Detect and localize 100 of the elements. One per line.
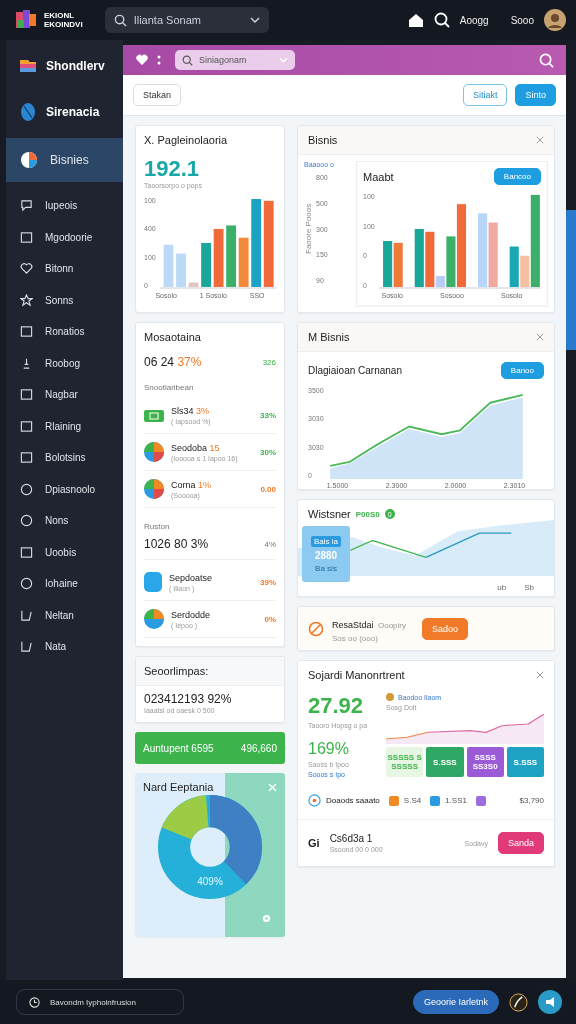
sidebar-item[interactable]: Iupeois xyxy=(6,190,123,222)
heart-icon[interactable] xyxy=(135,53,149,67)
logo-text: EKOINDVI xyxy=(44,20,83,29)
card-title: Maabt xyxy=(363,170,394,183)
sidebar-item[interactable]: Iohaine xyxy=(6,568,123,600)
metric-value: 06 24 xyxy=(144,355,175,369)
sidebar-item[interactable]: Rlaining xyxy=(6,410,123,442)
chart-bar xyxy=(163,244,174,287)
metric-percent: 169% xyxy=(308,740,350,758)
cylinder-icon xyxy=(144,572,162,592)
sidebar-item[interactable]: Sonns xyxy=(6,284,123,316)
row-name: Sls34 xyxy=(171,406,194,416)
tooltip-caption: Ba sis xyxy=(315,563,337,573)
legend-dot-icon xyxy=(386,693,394,701)
tag-icon xyxy=(144,409,164,422)
star-icon xyxy=(20,293,33,307)
sidebar-item[interactable]: Bolotsins xyxy=(6,442,123,474)
row-change: 15 xyxy=(209,442,220,453)
row-value: 0% xyxy=(264,614,276,624)
heart-icon xyxy=(20,262,33,276)
sidebar-item[interactable]: Nons xyxy=(6,505,123,537)
dots-icon[interactable] xyxy=(157,55,161,65)
pie-chart-icon xyxy=(144,609,164,629)
status-label: P00S0 xyxy=(355,509,380,519)
sidebar-item[interactable]: Roobog xyxy=(6,347,123,379)
search-icon xyxy=(182,54,193,66)
donut-value: 409% xyxy=(196,876,224,887)
status-chip[interactable]: Bavondm Iyphoinfrusion xyxy=(16,989,184,1015)
banner-label: Auntupent 6595 xyxy=(143,742,214,754)
row-value: 0.00 xyxy=(260,484,276,494)
card-title: Sojardi Manonrtrent xyxy=(308,669,405,681)
action-button[interactable]: Geoorie Iarletnk xyxy=(412,990,499,1014)
sidebar-item[interactable]: Dpiasnoolo xyxy=(6,473,123,505)
workspace-name[interactable]: Sirenacia xyxy=(46,105,100,119)
chart-bar xyxy=(414,229,424,288)
metric-side: 326 xyxy=(262,357,276,367)
section-label: Snootlaribean xyxy=(144,383,195,392)
row-change: 3% xyxy=(196,406,210,416)
card-title: Nard Eeptania xyxy=(143,781,214,793)
row-value: 30% xyxy=(260,447,276,457)
card-title: Seoorlimpas: xyxy=(136,657,284,686)
chart-title: Dlagiaioan Carnanan xyxy=(308,365,402,376)
pie-chart-icon xyxy=(144,479,164,499)
sidebar-item[interactable]: Mgodoorie xyxy=(6,221,123,253)
row-change: 1% xyxy=(198,479,212,490)
home-icon[interactable] xyxy=(407,12,424,28)
pie-chart-icon xyxy=(144,442,164,462)
stat-tile: SSSSS S SSSSS xyxy=(386,747,424,777)
chat-icon xyxy=(20,199,33,213)
user-label: Aoogg xyxy=(459,14,489,26)
tooltip-value: 2880 xyxy=(314,549,338,561)
sidebar-item[interactable]: Bisnies xyxy=(6,138,123,182)
avatar-icon[interactable] xyxy=(544,9,566,31)
card-title: X. Pagleinolaoria xyxy=(144,134,229,146)
axis-label: ub xyxy=(497,583,507,592)
row-value: 33% xyxy=(260,411,276,420)
stats-label: Doaods saaato xyxy=(326,796,380,805)
row-value: 39% xyxy=(260,577,276,587)
metric-value: 192.1 xyxy=(144,156,201,182)
tooltip-label: Bals ia xyxy=(311,535,341,547)
item-name: Cs6d3a 1 xyxy=(329,833,374,844)
account-label[interactable]: Sooo xyxy=(510,14,534,26)
toolbar-button[interactable]: Sitiakt xyxy=(462,84,508,106)
brand-name: Shondlerv xyxy=(46,59,105,73)
close-icon[interactable] xyxy=(536,671,544,679)
alert-meta: Ooopiry xyxy=(378,621,406,630)
chart-bar xyxy=(213,228,224,287)
summary-value: 023412193 92% xyxy=(143,691,233,707)
close-icon[interactable] xyxy=(536,333,544,341)
axis-title: Faoore Pooos xyxy=(304,202,313,257)
banner-value: 496,660 xyxy=(240,742,277,754)
stat-tile: S.SSS xyxy=(506,747,544,777)
search-icon[interactable] xyxy=(433,12,450,28)
row-name: Sepdoatse xyxy=(169,572,214,583)
sidebar-item[interactable]: Nata xyxy=(6,631,123,663)
ban-icon xyxy=(308,620,324,637)
stat-total: $3,790 xyxy=(519,796,544,805)
item-button[interactable]: Sanda xyxy=(497,832,544,854)
toolbar-button[interactable]: Stakan xyxy=(133,84,182,106)
sidebar-item[interactable]: Bitonn xyxy=(6,253,123,285)
sidebar-item[interactable]: Uoobis xyxy=(6,536,123,568)
search-field[interactable]: Siniagonam xyxy=(175,50,295,70)
sidebar-item[interactable]: Ronatios xyxy=(6,316,123,348)
search-field[interactable]: Ilianta Sonam xyxy=(104,7,269,33)
chevron-icon xyxy=(279,57,288,63)
chart-bar xyxy=(393,242,403,288)
axis-label: Sb xyxy=(524,583,534,592)
chart-bar xyxy=(382,241,392,288)
sidebar-item[interactable]: Nagbar xyxy=(6,379,123,411)
clock-icon xyxy=(29,996,40,1008)
row-name: Corna xyxy=(171,479,196,490)
card-title: Wistsner xyxy=(308,508,351,520)
alert-title: ResaStdai xyxy=(332,620,374,630)
logo-icon xyxy=(16,10,36,30)
stat-tile: S.SSS xyxy=(426,747,464,777)
sidebar-item[interactable]: Neltan xyxy=(6,599,123,631)
card-title: M Bisnis xyxy=(308,331,350,343)
item-mark: Gi xyxy=(308,837,320,849)
row-name: Serdodde xyxy=(171,609,212,620)
close-icon[interactable] xyxy=(536,136,544,144)
